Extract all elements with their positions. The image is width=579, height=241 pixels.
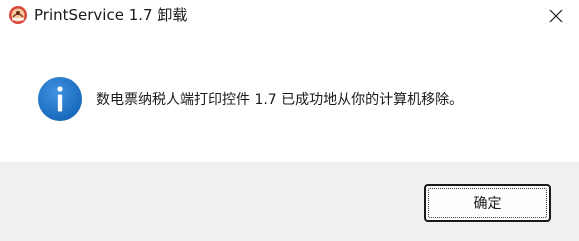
window-title: PrintService 1.7 卸载 (34, 6, 188, 24)
status-message: 数电票纳税人端打印控件 1.7 已成功地从你的计算机移除。 (96, 92, 464, 108)
info-icon (36, 75, 84, 123)
close-icon (549, 9, 563, 23)
ok-button[interactable]: 确定 (424, 184, 551, 222)
app-logo-icon (8, 5, 28, 25)
ok-button-label: 确定 (473, 196, 502, 212)
title-bar[interactable]: PrintService 1.7 卸载 (0, 0, 579, 32)
dialog-footer: 确定 (0, 162, 579, 241)
close-button[interactable] (533, 0, 579, 31)
uninstall-dialog: PrintService 1.7 卸载 数电票纳税人端打印控件 1.7 已成功地… (0, 0, 579, 241)
dialog-content: 数电票纳税人端打印控件 1.7 已成功地从你的计算机移除。 (0, 32, 579, 162)
